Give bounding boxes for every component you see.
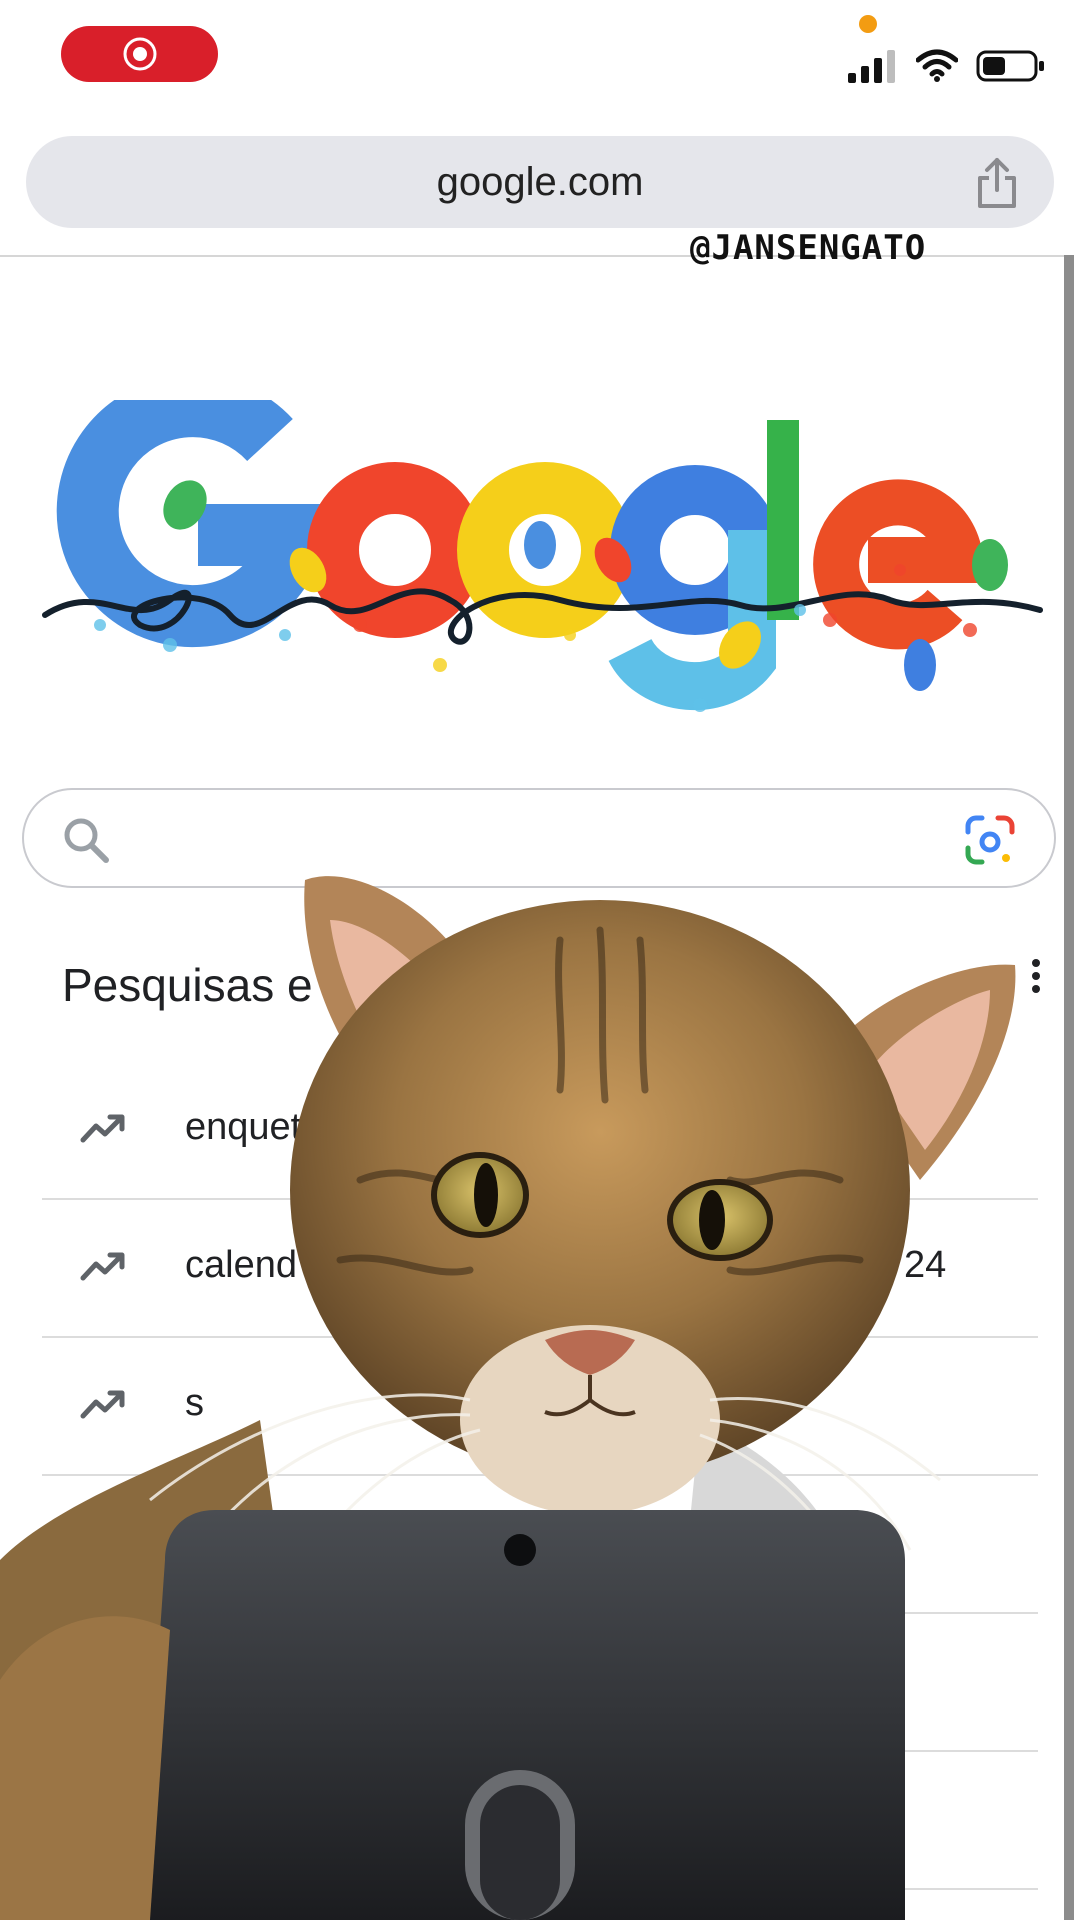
url-text: google.com [436,159,644,204]
privacy-indicator-dot [859,15,877,33]
wifi-icon [916,49,958,82]
address-bar[interactable]: google.com [26,136,1054,228]
cat-holding-phone-image [0,876,1016,1920]
search-icon [64,818,109,863]
creator-watermark: @JANSENGATO [690,228,927,268]
cellular-signal-icon [848,50,895,83]
status-icons [848,46,1046,86]
screen-record-icon [123,37,156,71]
google-lens-icon[interactable] [964,814,1016,866]
battery-icon [976,50,1044,82]
page-edge-shadow [1064,255,1074,1920]
google-holiday-doodle[interactable] [40,400,1050,720]
share-icon[interactable] [974,156,1020,210]
screen-recording-indicator[interactable] [61,26,218,82]
